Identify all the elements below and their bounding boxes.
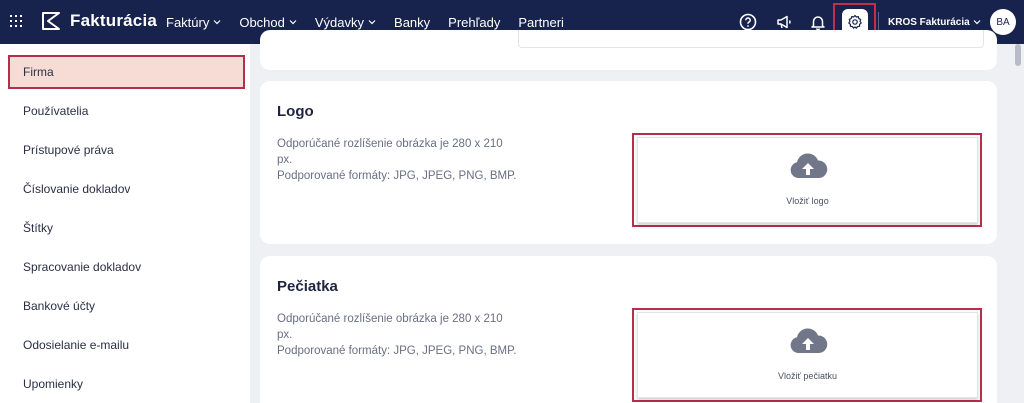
- cloud-upload-icon: [790, 153, 828, 178]
- nav-item-prehlady[interactable]: Prehľady: [448, 15, 500, 30]
- logo-upload-dropzone[interactable]: Vložiť logo: [637, 137, 978, 223]
- nav-item-banky[interactable]: Banky: [394, 15, 430, 30]
- nav-label: Obchod: [239, 14, 285, 30]
- nav-label: Výdavky: [314, 14, 365, 30]
- sidebar-item-bankove-ucty[interactable]: Bankové účty: [23, 299, 95, 313]
- previous-section-card: [260, 30, 997, 70]
- cloud-upload-icon: [790, 328, 828, 353]
- sidebar-item-odosielanie-emailu[interactable]: Odosielanie e-mailu: [23, 338, 129, 352]
- brand-name: Fakturácia: [70, 11, 158, 30]
- sidebar-item-stitky[interactable]: Štítky: [23, 221, 53, 235]
- formats-hint: Podporované formáty: JPG, JPEG, PNG, BMP…: [277, 170, 517, 182]
- chevron-down-icon: [973, 20, 981, 25]
- section-title: Pečiatka: [277, 278, 338, 295]
- nav-item-vydavky[interactable]: Výdavky: [315, 15, 376, 30]
- previous-field-box: [518, 30, 984, 48]
- sidebar-item-spracovanie-dokladov[interactable]: Spracovanie dokladov: [23, 260, 141, 274]
- sidebar-item-upomienky[interactable]: Upomienky: [23, 377, 83, 391]
- nav-label: Faktúry: [166, 14, 210, 30]
- sidebar-item-firma[interactable]: Firma: [23, 65, 54, 79]
- logo-section-card: Logo Odporúčané rozlíšenie obrázka je 28…: [260, 81, 997, 244]
- nav-item-partneri[interactable]: Partneri: [518, 15, 564, 30]
- sidebar-item-pristupove-prava[interactable]: Prístupové práva: [23, 143, 114, 157]
- formats-hint: Podporované formáty: JPG, JPEG, PNG, BMP…: [277, 345, 517, 357]
- section-description: Odporúčané rozlíšenie obrázka je 280 x 2…: [277, 311, 517, 359]
- chevron-down-icon: [368, 20, 376, 25]
- nav-item-faktury[interactable]: Faktúry: [166, 15, 221, 30]
- upload-label: Vložiť logo: [786, 196, 829, 206]
- resolution-hint: Odporúčané rozlíšenie obrázka je 280 x 2…: [277, 138, 503, 166]
- company-name: KROS Fakturácia: [888, 16, 970, 28]
- brand-logo[interactable]: Fakturácia: [40, 10, 157, 32]
- nav-label: Prehľady: [448, 14, 501, 30]
- settings-sidebar: Firma Používatelia Prístupové práva Čísl…: [0, 44, 250, 403]
- apps-grid-icon[interactable]: [10, 15, 24, 29]
- nav-item-obchod[interactable]: Obchod: [239, 15, 297, 30]
- nav-label: Partneri: [518, 14, 564, 30]
- stamp-section-card: Pečiatka Odporúčané rozlíšenie obrázka j…: [260, 256, 997, 403]
- section-description: Odporúčané rozlíšenie obrázka je 280 x 2…: [277, 136, 517, 184]
- gear-icon: [848, 14, 862, 29]
- avatar[interactable]: BA: [990, 9, 1016, 35]
- resolution-hint: Odporúčané rozlíšenie obrázka je 280 x 2…: [277, 313, 503, 341]
- chevron-down-icon: [289, 20, 297, 25]
- sidebar-item-cislovanie-dokladov[interactable]: Číslovanie dokladov: [23, 182, 130, 196]
- sidebar-item-pouzivatelia[interactable]: Používatelia: [23, 104, 88, 118]
- nav-label: Banky: [394, 14, 431, 30]
- scrollbar-thumb[interactable]: [1015, 44, 1021, 66]
- stamp-upload-dropzone[interactable]: Vložiť pečiatku: [637, 312, 978, 398]
- brand-logo-icon: [42, 12, 60, 30]
- section-title: Logo: [277, 103, 314, 120]
- toolbar-divider: [878, 12, 879, 32]
- upload-label: Vložiť pečiatku: [778, 371, 837, 381]
- scrollbar-track[interactable]: [1010, 44, 1024, 403]
- chevron-down-icon: [213, 20, 221, 25]
